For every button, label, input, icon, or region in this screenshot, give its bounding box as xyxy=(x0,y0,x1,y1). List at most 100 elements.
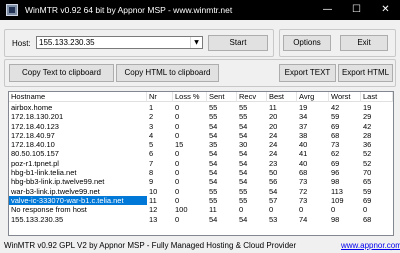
cell-loss: 100 xyxy=(175,205,188,215)
table-row[interactable]: No response from host 12 100 11 0 0 0 0 0 xyxy=(9,205,393,214)
column-header-loss[interactable]: Loss % xyxy=(173,92,207,102)
cell-host: No response from host xyxy=(11,205,87,215)
title-bar[interactable]: WinMTR v0.92 64 bit by Appnor MSP - www.… xyxy=(0,0,400,20)
cell-host: 155.133.230.35 xyxy=(11,214,64,224)
cell-worst: 98 xyxy=(331,214,340,224)
cell-nr: 8 xyxy=(149,168,154,178)
column-header-avrg[interactable]: Avrg xyxy=(297,92,329,102)
cell-last: 59 xyxy=(363,186,372,196)
cell-avrg: 0 xyxy=(299,205,304,215)
table-row[interactable]: poz-r1.tpnet.pl 7 0 54 54 23 40 69 52 xyxy=(9,159,393,168)
table-body: airbox.home 1 0 55 55 11 19 42 19 172.18.130.201 2… xyxy=(9,103,393,224)
minimize-button[interactable]: — xyxy=(313,0,342,20)
table-row[interactable]: 172.18.40.123 3 0 54 54 20 37 69 42 xyxy=(9,122,393,131)
cell-sent: 54 xyxy=(209,168,218,178)
cell-worst: 109 xyxy=(331,195,344,205)
table-row[interactable]: hbg-bb3-link.ip.twelve99.net 9 0 54 54 56 73 98… xyxy=(9,177,393,186)
cell-loss: 0 xyxy=(175,168,180,178)
column-header-recv[interactable]: Recv xyxy=(237,92,267,102)
cell-avrg: 73 xyxy=(299,195,308,205)
status-text: WinMTR v0.92 GPL V2 by Appnor MSP - Full… xyxy=(4,241,297,250)
table-row[interactable]: 80.50.105.157 6 0 54 54 24 41 62 52 xyxy=(9,149,393,158)
column-header-best[interactable]: Best xyxy=(267,92,297,102)
cell-nr: 6 xyxy=(149,149,154,159)
table-row[interactable]: valve-ic-333070-war-b1.c.telia.net 11 0 55 5… xyxy=(9,195,393,206)
table-row[interactable]: 172.18.40.10 5 15 35 30 24 40 73 36 xyxy=(9,140,393,149)
column-header-worst[interactable]: Worst xyxy=(329,92,361,102)
column-header-last[interactable]: Last xyxy=(361,92,393,102)
cell-last: 19 xyxy=(363,103,372,112)
table-row[interactable]: airbox.home 1 0 55 55 11 19 42 19 xyxy=(9,103,393,112)
cell-loss: 0 xyxy=(175,214,180,224)
cell-worst: 98 xyxy=(331,177,340,187)
start-button[interactable]: Start xyxy=(208,35,268,51)
cell-last: 68 xyxy=(363,214,372,224)
host-combobox[interactable]: ▼ xyxy=(36,36,203,49)
app-icon xyxy=(6,4,18,16)
column-header-nr[interactable]: Nr xyxy=(147,92,173,102)
exit-button[interactable]: Exit xyxy=(340,35,388,51)
cell-best: 20 xyxy=(269,112,278,122)
cell-host: war-b3-link.ip.twelve99.net xyxy=(11,186,100,196)
cell-last: 29 xyxy=(363,112,372,122)
cell-recv: 54 xyxy=(239,149,248,159)
status-bar: WinMTR v0.92 GPL V2 by Appnor MSP - Full… xyxy=(0,239,400,253)
cell-best: 24 xyxy=(269,130,278,140)
chevron-down-icon[interactable]: ▼ xyxy=(190,37,202,48)
window-title: WinMTR v0.92 64 bit by Appnor MSP - www.… xyxy=(25,5,233,15)
cell-avrg: 38 xyxy=(299,130,308,140)
cell-best: 20 xyxy=(269,121,278,131)
cell-best: 23 xyxy=(269,158,278,168)
copy-html-button[interactable]: Copy HTML to clipboard xyxy=(116,64,219,82)
cell-last: 70 xyxy=(363,168,372,178)
cell-recv: 54 xyxy=(239,177,248,187)
cell-recv: 54 xyxy=(239,214,248,224)
cell-worst: 68 xyxy=(331,130,340,140)
cell-host: poz-r1.tpnet.pl xyxy=(11,158,59,168)
export-text-button[interactable]: Export TEXT xyxy=(279,64,336,82)
cell-nr: 4 xyxy=(149,130,154,140)
cell-loss: 0 xyxy=(175,103,180,112)
cell-last: 69 xyxy=(363,195,372,205)
host-input[interactable] xyxy=(38,37,188,48)
cell-recv: 55 xyxy=(239,186,248,196)
export-html-button[interactable]: Export HTML xyxy=(338,64,393,82)
table-row[interactable]: 155.133.230.35 13 0 54 54 53 74 98 68 xyxy=(9,215,393,224)
resize-grip-icon[interactable]: ⋰ xyxy=(390,245,398,253)
cell-recv: 54 xyxy=(239,158,248,168)
cell-host: 172.18.40.97 xyxy=(11,130,55,140)
cell-sent: 54 xyxy=(209,158,218,168)
cell-sent: 54 xyxy=(209,121,218,131)
cell-loss: 0 xyxy=(175,121,180,131)
cell-best: 53 xyxy=(269,214,278,224)
maximize-button[interactable]: ☐ xyxy=(342,0,371,20)
cell-avrg: 40 xyxy=(299,158,308,168)
cell-loss: 0 xyxy=(175,195,180,205)
column-header-sent[interactable]: Sent xyxy=(207,92,237,102)
cell-avrg: 74 xyxy=(299,214,308,224)
cell-host: 80.50.105.157 xyxy=(11,149,59,159)
table-row[interactable]: 172.18.130.201 2 0 55 55 20 34 59 29 xyxy=(9,112,393,121)
results-table[interactable]: Hostname Nr Loss % Sent Recv Best Avrg W… xyxy=(8,91,394,236)
cell-nr: 10 xyxy=(149,186,158,196)
cell-host: 172.18.40.123 xyxy=(11,121,59,131)
cell-last: 36 xyxy=(363,140,372,150)
options-button[interactable]: Options xyxy=(283,35,331,51)
cell-loss: 0 xyxy=(175,158,180,168)
cell-host: 172.18.40.10 xyxy=(11,140,55,150)
copy-text-button[interactable]: Copy Text to clipboard xyxy=(9,64,114,82)
cell-worst: 69 xyxy=(331,121,340,131)
table-row[interactable]: war-b3-link.ip.twelve99.net 10 0 55 55 54 72 11… xyxy=(9,187,393,196)
cell-last: 52 xyxy=(363,149,372,159)
table-row[interactable]: hbg-b1-link.telia.net 8 0 54 54 50 68 96 70 xyxy=(9,168,393,177)
cell-avrg: 40 xyxy=(299,140,308,150)
cell-sent: 54 xyxy=(209,130,218,140)
column-header-hostname[interactable]: Hostname xyxy=(9,92,147,102)
cell-avrg: 19 xyxy=(299,103,308,112)
close-button[interactable]: ✕ xyxy=(371,0,400,20)
cell-sent: 54 xyxy=(209,214,218,224)
cell-host: hbg-b1-link.telia.net xyxy=(11,168,77,178)
cell-worst: 0 xyxy=(331,205,336,215)
table-row[interactable]: 172.18.40.97 4 0 54 54 24 38 68 28 xyxy=(9,131,393,140)
cell-host: hbg-bb3-link.ip.twelve99.net xyxy=(11,177,105,187)
